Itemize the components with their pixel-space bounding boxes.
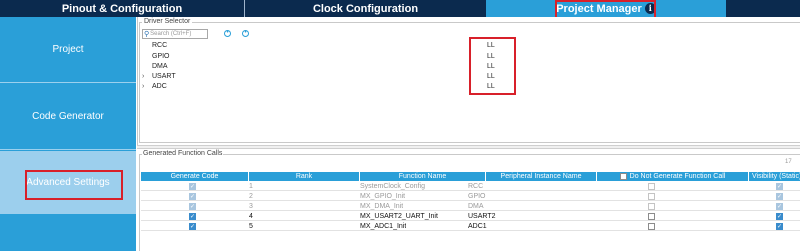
do-not-generate-checkbox[interactable] xyxy=(648,193,655,200)
column-header-do-not-generate[interactable]: Do Not Generate Function Call xyxy=(597,172,749,181)
generate-code-checkbox[interactable]: ✓ xyxy=(189,203,196,210)
column-header-generate-code[interactable]: Generate Code xyxy=(141,172,249,181)
instance-cell: GPIO xyxy=(468,193,486,200)
visibility-checkbox[interactable]: ✓ xyxy=(776,193,783,200)
visibility-checkbox[interactable]: ✓ xyxy=(776,213,783,220)
column-header-visibility[interactable]: Visibility (Static) xyxy=(749,172,800,181)
visibility-checkbox[interactable]: ✓ xyxy=(776,203,783,210)
column-header-function-name[interactable]: Function Name xyxy=(360,172,486,181)
rank-cell: 5 xyxy=(249,223,253,230)
generate-code-checkbox[interactable]: ✓ xyxy=(189,193,196,200)
function-name-cell: SystemClock_Config xyxy=(360,183,425,190)
instance-cell: ADC1 xyxy=(468,223,487,230)
highlight-advanced-settings xyxy=(25,170,123,200)
sidebar-item-project[interactable]: Project xyxy=(0,17,136,83)
chevron-right-icon[interactable]: › xyxy=(142,83,144,90)
generate-code-checkbox[interactable]: ✓ xyxy=(189,213,196,220)
driver-name-usart: USART xyxy=(152,73,176,80)
search-input[interactable]: ⚲ Search (Ctrl+F) xyxy=(142,29,208,39)
driver-selector-legend: Driver Selector xyxy=(142,18,193,25)
generate-code-checkbox[interactable]: ✓ xyxy=(189,223,196,230)
sidebar-empty xyxy=(0,214,136,251)
generate-code-checkbox[interactable]: ✓ xyxy=(189,183,196,190)
rank-cell: 2 xyxy=(249,193,253,200)
function-calls-count: 17 xyxy=(785,159,792,165)
function-name-cell: MX_GPIO_Init xyxy=(360,193,406,200)
do-not-generate-checkbox[interactable] xyxy=(648,213,655,220)
sidebar-item-code-generator[interactable]: Code Generator xyxy=(0,84,136,150)
instance-cell: USART2 xyxy=(468,213,496,220)
column-header-label: Do Not Generate Function Call xyxy=(629,173,726,180)
tab-clock-configuration[interactable]: Clock Configuration xyxy=(246,0,485,17)
function-name-cell: MX_DMA_Init xyxy=(360,203,404,210)
function-name-cell: MX_USART2_UART_Init xyxy=(360,213,438,220)
rank-cell: 1 xyxy=(249,183,253,190)
highlight-driver-values xyxy=(469,37,516,95)
instance-cell: DMA xyxy=(468,203,484,210)
collapse-all-icon[interactable]: • xyxy=(242,30,249,37)
visibility-checkbox[interactable]: ✓ xyxy=(776,183,783,190)
chevron-right-icon[interactable]: › xyxy=(142,73,144,80)
tab-label: Pinout & Configuration xyxy=(61,2,183,15)
top-tab-bar: Pinout & Configuration Clock Configurati… xyxy=(0,0,800,17)
driver-name-adc: ADC xyxy=(152,83,167,90)
column-header-peripheral-instance[interactable]: Peripheral Instance Name xyxy=(486,172,597,181)
select-all-checkbox[interactable] xyxy=(619,173,627,180)
tab-tools[interactable] xyxy=(726,0,800,17)
sidebar: Project Code Generator Advanced Settings xyxy=(0,17,136,251)
do-not-generate-checkbox[interactable] xyxy=(648,223,655,230)
sidebar-item-label: Code Generator xyxy=(32,111,104,122)
column-header-rank[interactable]: Rank xyxy=(249,172,360,181)
search-placeholder: Search (Ctrl+F) xyxy=(150,31,192,37)
search-icon: ⚲ xyxy=(144,31,150,38)
panel-splitter[interactable] xyxy=(137,145,800,149)
function-calls-legend: Generated Function Calls xyxy=(142,150,224,157)
driver-name-rcc: RCC xyxy=(152,42,168,49)
visibility-checkbox[interactable]: ✓ xyxy=(776,223,783,230)
rank-cell: 4 xyxy=(249,213,253,220)
driver-name-dma: DMA xyxy=(152,63,168,70)
rank-cell: 3 xyxy=(249,203,253,210)
do-not-generate-checkbox[interactable] xyxy=(648,203,655,210)
driver-name-gpio: GPIO xyxy=(152,53,170,60)
instance-cell: RCC xyxy=(468,183,484,190)
tab-label: Clock Configuration xyxy=(312,2,419,15)
do-not-generate-checkbox[interactable] xyxy=(648,183,655,190)
function-name-cell: MX_ADC1_Init xyxy=(360,223,407,230)
tab-pinout-configuration[interactable]: Pinout & Configuration xyxy=(0,0,245,17)
expand-all-icon[interactable]: • xyxy=(224,30,231,37)
sidebar-item-label: Project xyxy=(52,44,84,55)
